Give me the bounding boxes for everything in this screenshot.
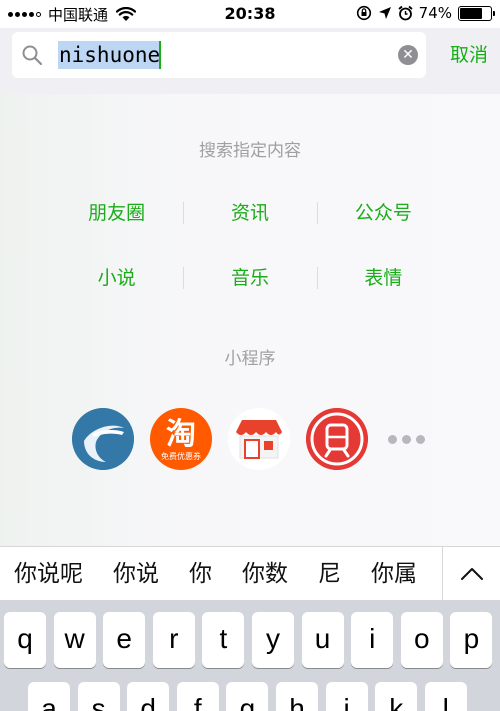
search-scope-panel: 搜索指定内容 朋友圈 资讯 公众号 小说 音乐 表情 小程序 淘 免费优惠券 [0, 94, 500, 546]
candidate-item[interactable]: 你说呢 [14, 547, 83, 600]
scope-row-1: 朋友圈 资讯 公众号 [50, 195, 450, 231]
key-r[interactable]: r [152, 612, 195, 668]
shop-glyph [228, 408, 290, 470]
key-a[interactable]: a [28, 682, 70, 711]
candidate-item[interactable]: 尼 [318, 547, 341, 600]
status-bar: 中国联通 20:38 74% [0, 0, 500, 28]
candidate-item[interactable]: 你数 [242, 547, 288, 600]
expand-candidates-button[interactable] [442, 547, 500, 600]
key-u[interactable]: u [301, 612, 344, 668]
mini-program-row: 淘 免费优惠券 [72, 407, 425, 471]
battery-icon [458, 5, 495, 21]
key-k[interactable]: k [375, 682, 418, 711]
clear-icon[interactable]: ✕ [398, 45, 418, 65]
candidate-item[interactable]: 你说 [113, 547, 159, 600]
keyboard-row-1: qwertyuiop [0, 612, 500, 668]
text-caret [159, 41, 161, 69]
key-t[interactable]: t [202, 612, 245, 668]
search-text[interactable]: nishuone [58, 41, 162, 69]
key-y[interactable]: y [252, 612, 294, 668]
key-l[interactable]: l [424, 682, 467, 711]
mini-program-section-title: 小程序 [224, 349, 276, 369]
status-right: 74% [356, 4, 495, 22]
scope-news[interactable]: 资讯 [183, 195, 316, 231]
shop-app-icon[interactable] [228, 408, 290, 470]
scope-row-2: 小说 音乐 表情 [50, 260, 450, 296]
blue-swoosh-app-icon[interactable] [72, 408, 134, 470]
taobao-caption: 免费优惠券 [161, 452, 201, 461]
cancel-button[interactable]: 取消 [450, 40, 488, 67]
scope-moments[interactable]: 朋友圈 [50, 195, 183, 231]
battery-fill [460, 7, 483, 19]
battery-percent: 74% [418, 4, 452, 22]
key-s[interactable]: s [77, 682, 120, 711]
keyboard: qwertyuiop asdfghjkl [0, 600, 500, 711]
scope-official-accounts[interactable]: 公众号 [316, 195, 450, 231]
key-f[interactable]: f [176, 682, 219, 711]
taobao-char: 淘 [166, 417, 196, 452]
search-input[interactable]: nishuone ✕ [12, 32, 426, 78]
metro-app-icon[interactable] [306, 408, 368, 470]
alarm-icon [398, 5, 413, 21]
scope-music[interactable]: 音乐 [183, 260, 316, 296]
screen-lock-rotation-icon [356, 5, 371, 21]
keyboard-row-2: asdfghjkl [0, 682, 500, 711]
location-arrow-icon [378, 7, 391, 19]
chevron-up-icon [460, 568, 483, 580]
candidate-item[interactable]: 你 [189, 547, 212, 600]
candidate-item[interactable]: 你属 [371, 547, 417, 600]
key-w[interactable]: w [53, 612, 96, 668]
key-d[interactable]: d [127, 682, 170, 711]
search-icon [22, 45, 43, 66]
scope-section-title: 搜索指定内容 [199, 141, 301, 161]
more-icon[interactable] [388, 434, 425, 444]
taobao-coupon-app-icon[interactable]: 淘 免费优惠券 [150, 408, 212, 470]
scope-stickers[interactable]: 表情 [316, 260, 450, 296]
key-q[interactable]: q [4, 612, 46, 668]
key-g[interactable]: g [226, 682, 269, 711]
key-o[interactable]: o [400, 612, 443, 668]
metro-glyph [306, 408, 368, 470]
key-j[interactable]: j [325, 682, 368, 711]
scope-novels[interactable]: 小说 [50, 260, 183, 296]
key-p[interactable]: p [450, 612, 493, 668]
ime-candidate-bar: 你说呢 你说 你 你数 尼 你属 [0, 546, 500, 600]
candidate-list: 你说呢 你说 你 你数 尼 你属 [0, 547, 440, 600]
search-header: nishuone ✕ 取消 [0, 28, 500, 94]
blue-swoosh-glyph [72, 408, 134, 470]
key-e[interactable]: e [103, 612, 146, 668]
key-h[interactable]: h [276, 682, 318, 711]
key-i[interactable]: i [351, 612, 394, 668]
